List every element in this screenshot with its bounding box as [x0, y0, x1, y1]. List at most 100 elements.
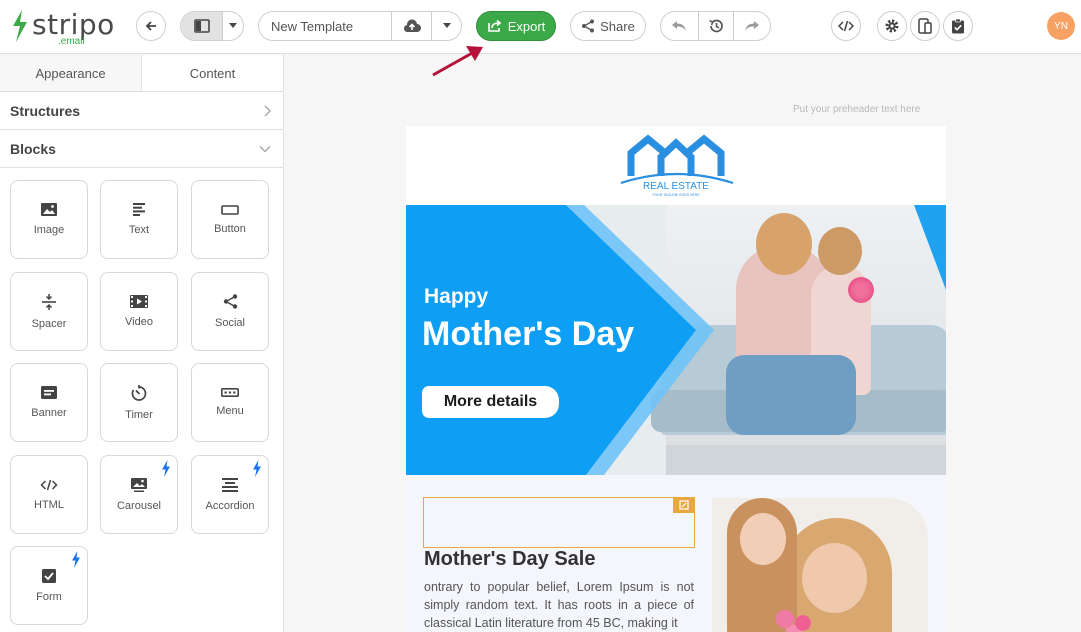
- top-toolbar: stripo .email New Template Export Share: [0, 0, 1081, 54]
- block-label: Menu: [216, 405, 244, 417]
- gear-icon: [885, 19, 899, 33]
- more-details-button[interactable]: More details: [422, 386, 559, 418]
- tab-appearance[interactable]: Appearance: [0, 55, 141, 91]
- chevron-right-icon: [264, 104, 271, 117]
- selected-block-outline[interactable]: [423, 497, 695, 548]
- sale-paragraph[interactable]: ontrary to popular belief, Lorem Ipsum i…: [424, 578, 694, 632]
- tab-content[interactable]: Content: [141, 55, 283, 91]
- carousel-icon: [131, 477, 147, 492]
- caret-down-icon: [442, 23, 451, 28]
- block-label: Carousel: [116, 499, 162, 512]
- block-spacer[interactable]: Spacer: [10, 272, 88, 351]
- template-dropdown-button[interactable]: [431, 12, 461, 40]
- html-icon: [40, 479, 58, 490]
- share-icon: [582, 19, 595, 33]
- block-accordion[interactable]: Accordion: [191, 455, 269, 534]
- block-video[interactable]: Video: [100, 272, 178, 351]
- redo-icon: [745, 21, 760, 31]
- caret-down-icon: [229, 23, 238, 28]
- block-label: Text: [128, 224, 150, 236]
- code-editor-button[interactable]: [831, 11, 861, 41]
- block-label: Accordion: [205, 499, 255, 512]
- photo-girl-face: [740, 513, 786, 565]
- share-button[interactable]: Share: [570, 11, 646, 41]
- block-social[interactable]: Social: [191, 272, 269, 351]
- block-carousel[interactable]: Carousel: [100, 455, 178, 534]
- history-icon: [709, 19, 723, 33]
- logo-tagline: YOUR TAGLINE GOES HERE: [652, 193, 700, 197]
- sidebar-layout-icon: [193, 19, 210, 33]
- sale-photo[interactable]: [712, 498, 928, 632]
- preview-devices-button[interactable]: [910, 11, 940, 41]
- text-icon: [133, 203, 145, 216]
- cloud-upload-icon: [403, 19, 421, 33]
- panel-view-button[interactable]: [181, 12, 223, 40]
- chevron-down-icon: [259, 145, 271, 153]
- block-label: Button: [214, 222, 246, 235]
- social-icon: [223, 294, 237, 309]
- block-text[interactable]: Text: [100, 180, 178, 259]
- real-estate-logo: REAL ESTATE YOUR TAGLINE GOES HERE: [620, 134, 734, 197]
- block-banner[interactable]: Banner: [10, 363, 88, 442]
- sale-title[interactable]: Mother's Day Sale: [424, 548, 595, 571]
- bolt-icon: [72, 551, 80, 568]
- photo-flowers: [767, 603, 827, 632]
- bolt-icon: [253, 460, 261, 477]
- block-image[interactable]: Image: [10, 180, 88, 259]
- accordion-icon: [222, 477, 238, 492]
- template-name-field[interactable]: New Template: [259, 12, 391, 40]
- block-label: HTML: [34, 498, 64, 511]
- test-button[interactable]: [943, 11, 973, 41]
- settings-button[interactable]: [877, 11, 907, 41]
- export-icon: [487, 19, 501, 32]
- structures-label: Structures: [10, 102, 81, 119]
- preheader-text[interactable]: Put your preheader text here: [793, 104, 920, 115]
- clipboard-check-icon: [952, 18, 964, 34]
- block-html[interactable]: HTML: [10, 455, 88, 534]
- undo-icon: [672, 21, 687, 31]
- hero-heading-large: Mother's Day: [422, 315, 635, 353]
- history-button[interactable]: [697, 12, 734, 40]
- bolt-icon: [162, 460, 170, 477]
- sale-section: Mother's Day Sale ontrary to popular bel…: [406, 475, 946, 632]
- block-label: Video: [125, 316, 153, 328]
- button-icon: [221, 204, 239, 215]
- export-label: Export: [507, 18, 546, 34]
- email-canvas: REAL ESTATE YOUR TAGLINE GOES HERE Happy…: [406, 126, 946, 632]
- email-header[interactable]: REAL ESTATE YOUR TAGLINE GOES HERE: [406, 126, 946, 205]
- share-label: Share: [600, 18, 635, 34]
- block-label: Form: [36, 590, 62, 603]
- redo-button[interactable]: [733, 12, 770, 40]
- block-label: Social: [215, 317, 245, 329]
- video-icon: [130, 295, 148, 308]
- block-label: Spacer: [31, 317, 67, 330]
- back-button[interactable]: [136, 11, 166, 41]
- structures-section[interactable]: Structures: [0, 92, 283, 130]
- block-menu[interactable]: Menu: [191, 363, 269, 442]
- blocks-label: Blocks: [10, 140, 56, 157]
- hero-banner[interactable]: Happy Mother's Day More details: [406, 205, 946, 475]
- block-label: Banner: [31, 407, 67, 419]
- layout-dropdown-button[interactable]: [222, 12, 243, 40]
- stripo-mark-icon: [13, 10, 27, 42]
- form-icon: [42, 568, 56, 583]
- block-form[interactable]: Form: [10, 546, 88, 625]
- block-settings-tag[interactable]: [673, 497, 695, 513]
- save-cloud-button[interactable]: [391, 12, 431, 40]
- stripo-logo[interactable]: stripo .email: [8, 8, 114, 47]
- logo-sub: .email: [58, 36, 85, 47]
- undo-button[interactable]: [661, 12, 698, 40]
- user-avatar[interactable]: YN: [1047, 12, 1075, 40]
- edit-icon: [679, 500, 689, 510]
- export-button[interactable]: Export: [476, 11, 556, 41]
- menu-icon: [221, 388, 239, 397]
- blocks-section[interactable]: Blocks: [0, 130, 283, 168]
- block-timer[interactable]: Timer: [100, 363, 178, 442]
- history-group: [660, 11, 771, 41]
- spacer-icon: [42, 293, 56, 310]
- arrow-left-icon: [145, 21, 156, 31]
- block-label: Timer: [125, 408, 153, 421]
- devices-icon: [918, 18, 932, 34]
- layout-toggle[interactable]: [180, 11, 244, 41]
- block-button[interactable]: Button: [191, 180, 269, 259]
